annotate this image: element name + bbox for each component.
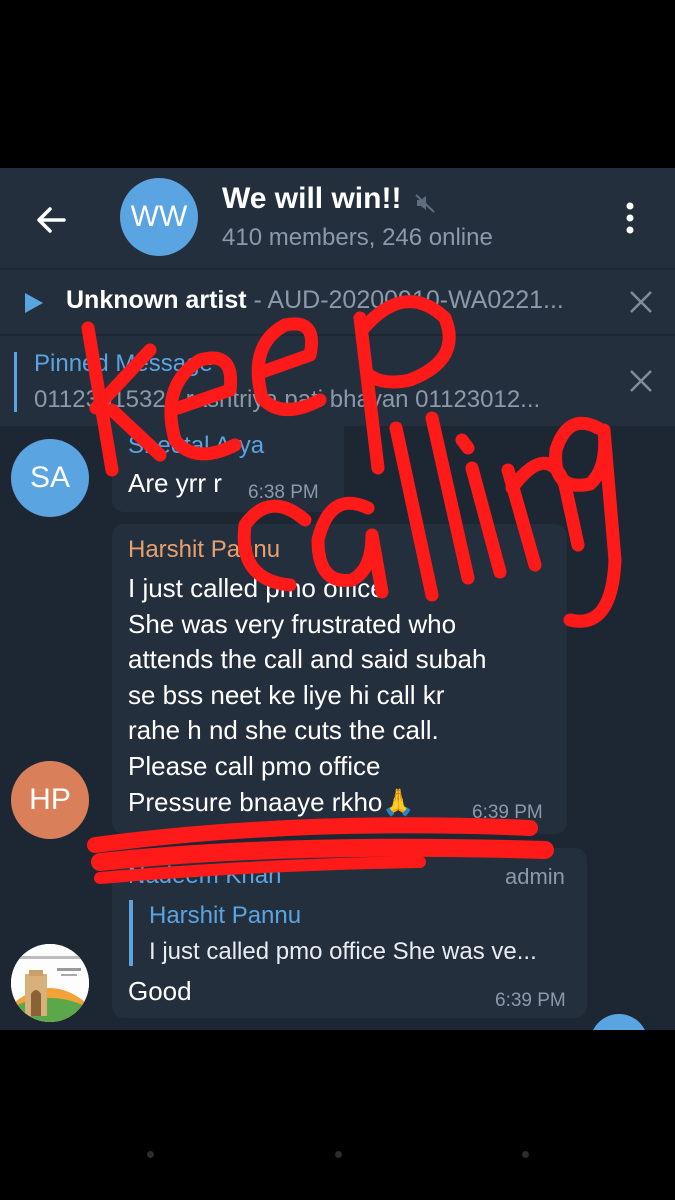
avatar-sheetal-arya[interactable]: SA [11,439,89,517]
nav-dot [522,1151,529,1158]
avatar-initials: HP [29,783,71,816]
message-bubble[interactable]: Harshit Pannu I just called pmo office S… [112,524,567,834]
group-avatar-initials: WW [130,200,188,233]
audio-player-bar[interactable]: Unknown artist - AUD-20200910-WA0221... [0,270,675,334]
chat-header: WW We will win!! 410 members, 246 online [0,168,675,268]
group-subtitle: 410 members, 246 online [222,224,493,251]
admin-badge: admin [505,864,565,889]
message-time: 6:39 PM [495,990,566,1011]
message-sender[interactable]: Sheetal Arya [128,432,264,460]
message-sender[interactable]: Harshit Pannu [128,536,280,564]
avatar-harshit-pannu[interactable]: HP [11,761,89,839]
reply-accent-bar [129,900,133,966]
telegram-screen: WW We will win!! 410 members, 246 online… [0,168,675,1030]
more-vertical-icon[interactable] [618,198,642,238]
close-player-icon[interactable] [628,289,654,315]
audio-artist: Unknown artist [66,286,247,314]
reply-sender[interactable]: Harshit Pannu [149,902,301,930]
avatar-nadeem-khan[interactable] [11,944,89,1022]
message-text: I just called pmo office She was very fr… [128,573,487,817]
message-sender[interactable]: Nadeem Khan [128,862,281,890]
message-time: 6:39 PM [472,802,543,823]
india-gate-logo [11,944,89,1022]
scroll-down-button[interactable] [590,1014,648,1030]
message-time: 6:38 PM [248,482,319,503]
group-avatar[interactable]: WW [120,178,198,256]
message-bubble[interactable]: Sheetal Arya Are yrr r 6:38 PM [112,420,344,512]
audio-track-info: Unknown artist - AUD-20200910-WA0221... [66,286,606,315]
audio-separator: - [246,286,268,314]
close-pinned-icon[interactable] [628,368,654,394]
audio-track-name: AUD-20200910-WA0221... [267,286,564,314]
group-title[interactable]: We will win!! [222,182,401,216]
arrow-left-icon[interactable] [30,198,74,242]
message-text: Good [128,976,192,1006]
play-icon[interactable] [22,291,46,315]
nav-dot [335,1151,342,1158]
message-text: Are yrr r [128,468,222,498]
avatar-initials: SA [29,461,71,494]
reply-preview[interactable]: I just called pmo office She was ve... [149,938,579,966]
pinned-text: 01123015321 rashtriya pati bhavan 011230… [34,386,541,413]
pinned-accent-bar [14,352,17,412]
pinned-message-bar[interactable]: Pinned Message 01123015321 rashtriya pat… [0,336,675,426]
nav-dot [147,1151,154,1158]
muted-speaker-icon [415,194,435,213]
pinned-label: Pinned Message [34,350,213,377]
